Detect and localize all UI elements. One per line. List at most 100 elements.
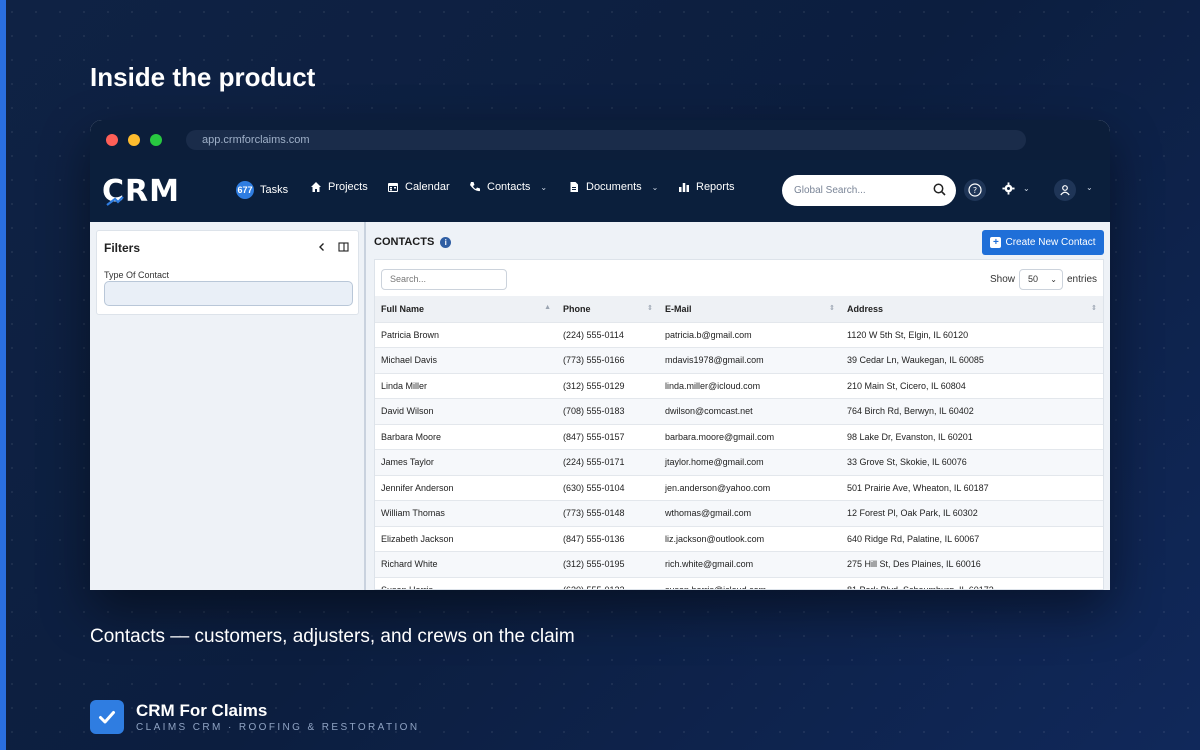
table-row[interactable]: James Taylor (224) 555-0171 jtaylor.home@g…	[375, 449, 1103, 475]
column-header-phone[interactable]: Phone ⇕	[557, 296, 659, 322]
nav-tasks[interactable]: 677 Tasks	[236, 181, 288, 199]
phone-icon	[470, 182, 480, 192]
cell-email[interactable]: susan.harris@icloud.com	[659, 576, 841, 589]
settings-menu-button[interactable]: ⌄	[1002, 182, 1030, 195]
contacts-table-card: Search... Show 50 ⌄ entries Full Name ▲ P…	[374, 259, 1104, 590]
info-icon[interactable]: i	[440, 236, 452, 248]
user-icon	[1060, 185, 1070, 196]
column-label: E-Mail	[665, 303, 692, 314]
show-label: Show	[989, 274, 1015, 285]
entries-value: 50	[1027, 274, 1038, 284]
table-row[interactable]: Barbara Moore (847) 555-0157 barbara.moore…	[375, 423, 1103, 450]
svg-text:?: ?	[973, 186, 977, 195]
cell-full-name: Jennifer Anderson	[375, 474, 557, 501]
nav-calendar[interactable]: Calendar	[387, 181, 450, 193]
app-navbar: CRM 677 Tasks Projects Calendar Contacts…	[90, 160, 1110, 222]
help-button[interactable]: ?	[964, 179, 986, 201]
close-window-dot[interactable]	[106, 134, 118, 146]
sort-icon: ⇕	[647, 305, 653, 312]
contacts-table: Full Name ▲ Phone ⇕ E-Mail ⇕ Address ⇕ Patri…	[375, 296, 1103, 589]
cell-email[interactable]: wthomas@gmail.com	[659, 500, 841, 526]
plus-icon: +	[990, 237, 1002, 248]
cell-address: 39 Cedar Ln, Waukegan, IL 60085	[841, 347, 1103, 373]
table-row[interactable]: Elizabeth Jackson (847) 555-0136 liz.jacks…	[375, 525, 1103, 552]
table-row[interactable]: David Wilson (708) 555-0183 dwilson@comcas…	[375, 398, 1103, 424]
filters-sidebar: Filters Type Of Contact	[90, 222, 366, 590]
entries-select[interactable]: 50 ⌄	[1018, 269, 1063, 290]
column-label: Phone	[563, 303, 591, 314]
nav-documents[interactable]: Documents ⌄	[568, 181, 658, 193]
table-row[interactable]: William Thomas (773) 555-0148 wthomas@gmai…	[375, 500, 1103, 526]
cell-email[interactable]: jen.anderson@yahoo.com	[659, 474, 841, 501]
column-header-full-name[interactable]: Full Name ▲	[375, 296, 557, 322]
cell-phone: (224) 555-0114	[557, 321, 659, 348]
user-menu-button[interactable]	[1054, 179, 1076, 201]
logo-arrow-icon	[106, 196, 124, 206]
create-new-contact-button[interactable]: + Create New Contact	[982, 230, 1104, 255]
table-header-row: Full Name ▲ Phone ⇕ E-Mail ⇕ Address ⇕	[375, 296, 1103, 322]
crm-logo[interactable]: CRM	[102, 174, 180, 209]
nav-contacts[interactable]: Contacts ⌄	[469, 181, 547, 193]
cell-email[interactable]: rich.white@gmail.com	[659, 551, 841, 577]
chevron-down-icon: ⌄	[540, 182, 548, 192]
nav-projects[interactable]: Projects	[310, 181, 368, 193]
table-row[interactable]: Richard White (312) 555-0195 rich.white@gm…	[375, 551, 1103, 577]
cell-full-name: Michael Davis	[375, 347, 557, 373]
browser-chrome: app.crmforclaims.com	[90, 120, 1110, 160]
screenshot-caption: Contacts — customers, adjusters, and cre…	[90, 626, 575, 647]
cell-phone: (847) 555-0157	[557, 423, 659, 450]
filters-panel: Filters Type Of Contact	[96, 230, 359, 315]
table-row[interactable]: Patricia Brown (224) 555-0114 patricia.b@g…	[375, 321, 1103, 348]
cell-email[interactable]: linda.miller@icloud.com	[659, 372, 841, 399]
column-header-address[interactable]: Address ⇕	[841, 296, 1103, 322]
cell-email[interactable]: liz.jackson@outlook.com	[659, 525, 841, 552]
checkmark-icon	[99, 711, 115, 724]
contacts-main: CONTACTS i + Create New Contact Search..…	[368, 222, 1110, 590]
chevron-down-icon[interactable]: ⌄	[1086, 183, 1093, 192]
global-search-input[interactable]: Global Search...	[782, 175, 956, 206]
cell-email[interactable]: mdavis1978@gmail.com	[659, 347, 841, 373]
cell-phone: (630) 555-0122	[557, 576, 659, 589]
brand-name: CRM For Claims	[136, 701, 268, 720]
address-bar[interactable]: app.crmforclaims.com	[186, 130, 1026, 150]
home-icon	[311, 182, 321, 192]
contacts-title: CONTACTS	[374, 236, 435, 248]
cell-phone: (630) 555-0104	[557, 474, 659, 501]
chevron-left-icon[interactable]	[317, 242, 327, 252]
cell-address: 1120 W 5th St, Elgin, IL 60120	[841, 321, 1103, 348]
cell-address: 210 Main St, Cicero, IL 60804	[841, 372, 1103, 399]
column-header-email[interactable]: E-Mail ⇕	[659, 296, 841, 322]
sort-icon: ⇕	[829, 305, 835, 312]
sidebar-toggle-icon[interactable]	[338, 242, 349, 252]
cell-full-name: Barbara Moore	[375, 423, 557, 450]
create-new-contact-label: Create New Contact	[1005, 237, 1096, 248]
cell-email[interactable]: dwilson@comcast.net	[659, 398, 841, 424]
cell-full-name: Richard White	[375, 551, 557, 577]
cell-phone: (224) 555-0171	[557, 449, 659, 475]
chevron-down-icon: ⌄	[1050, 275, 1057, 284]
search-icon[interactable]	[933, 183, 946, 196]
sort-icon: ⇕	[1091, 305, 1097, 312]
cell-address: 81 Park Blvd, Schaumburg, IL 60173	[841, 576, 1103, 589]
brand-logo	[90, 700, 124, 734]
document-icon	[570, 182, 578, 192]
cell-email[interactable]: patricia.b@gmail.com	[659, 321, 841, 348]
cell-phone: (312) 555-0195	[557, 551, 659, 577]
table-row[interactable]: Michael Davis (773) 555-0166 mdavis1978@gm…	[375, 347, 1103, 373]
table-row[interactable]: Susan Harris (630) 555-0122 susan.harris@i…	[375, 576, 1103, 589]
maximize-window-dot[interactable]	[150, 134, 162, 146]
cell-email[interactable]: barbara.moore@gmail.com	[659, 423, 841, 450]
page-headline: Inside the product	[90, 62, 316, 92]
help-icon: ?	[968, 183, 982, 197]
tasks-count-badge: 677	[236, 181, 254, 199]
table-search-input[interactable]: Search...	[381, 269, 507, 290]
minimize-window-dot[interactable]	[128, 134, 140, 146]
nav-reports[interactable]: Reports	[678, 181, 735, 193]
cell-email[interactable]: jtaylor.home@gmail.com	[659, 449, 841, 475]
table-row[interactable]: Jennifer Anderson (630) 555-0104 jen.ander…	[375, 474, 1103, 501]
table-row[interactable]: Linda Miller (312) 555-0129 linda.miller@i…	[375, 372, 1103, 399]
type-of-contact-select[interactable]	[104, 281, 353, 306]
entries-label: entries	[1066, 274, 1097, 285]
cell-address: 501 Prairie Ave, Wheaton, IL 60187	[841, 474, 1103, 501]
cell-address: 12 Forest Pl, Oak Park, IL 60302	[841, 500, 1103, 526]
